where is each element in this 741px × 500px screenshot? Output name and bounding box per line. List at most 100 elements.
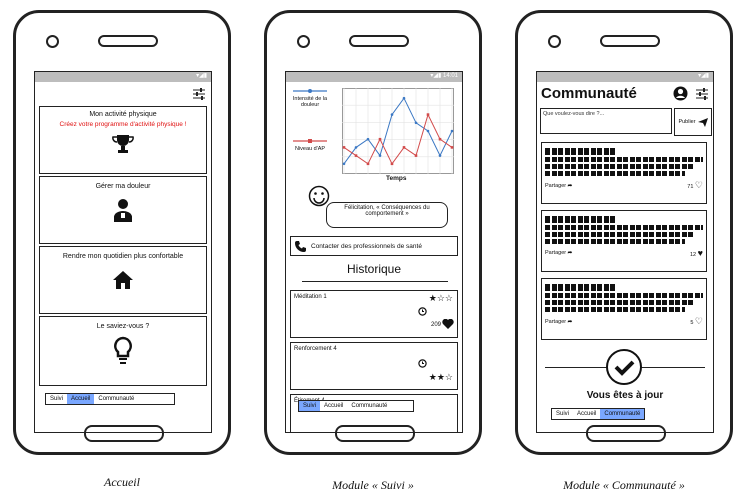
caption-suivi: Module « Suivi » [332,478,414,492]
tab-communaute[interactable]: Communauté [600,409,645,419]
up-to-date-text: Vous êtes à jour [586,390,664,401]
history-title: Historique [346,262,402,276]
post-card[interactable]: Partager ➦ 5 ♡ [541,278,707,340]
line-chart [342,88,454,174]
share-button[interactable]: Partager ➦ [545,250,572,256]
check-circle-icon [606,349,642,385]
home-button[interactable] [335,425,415,442]
card-activite[interactable]: Mon activité physique Créez votre progra… [39,106,207,174]
post-author-scribble [545,216,615,223]
data-point [366,162,370,166]
settings-sliders-icon[interactable] [696,88,708,100]
history-item[interactable]: Renforcement 4 ★★☆ [290,342,458,390]
home-button[interactable] [586,425,666,442]
share-button[interactable]: Partager ➦ [545,319,572,325]
phone-accueil: ▾◢▮ Mon activité physique Créez votre pr… [13,10,231,455]
tab-accueil[interactable]: Accueil [320,401,347,411]
doctor-icon [114,199,132,222]
data-point [402,96,406,100]
camera [297,35,310,48]
tab-accueil[interactable]: Accueil [67,394,95,404]
tab-bar: Suivi Accueil Communauté [551,408,646,420]
screen-suivi: ▾◢▮ 14:01 Intensité de la douleur Niveau… [285,71,463,433]
post-card[interactable]: Partager ➦ 71 ♡ [541,142,707,204]
data-point [450,146,454,149]
post-text-scribble [545,307,685,312]
like-button[interactable]: 5 ♡ [690,316,703,327]
data-point [414,121,418,125]
smiley-icon [308,185,330,207]
post-input[interactable]: Que voulez-vous dire ?... [540,108,672,134]
lightbulb-icon [114,336,132,364]
history-item[interactable]: Méditation 1 ★☆☆ 209 [290,290,458,338]
data-point [438,137,442,141]
tab-suivi[interactable]: Suivi [299,401,321,411]
publish-label: Publier [678,119,696,125]
card-title: Le saviez-vous ? [96,323,150,330]
data-point [354,154,358,157]
data-point [438,154,442,157]
card-subtitle: Créez votre programme d'activité physiqu… [59,121,187,128]
legend-ap: Niveau d'AP [290,138,330,152]
house-icon [113,271,133,289]
post-author-scribble [545,148,615,155]
share-label: Partager [545,182,567,189]
page-title: Communauté [541,85,637,102]
phone-communaute: ▾◢▮ Communauté Que voulez-vous dire ?...… [515,10,733,455]
share-icon: ➦ [567,182,573,189]
timer-icon [418,307,427,316]
heart-icon: ♥ [697,248,703,258]
data-point [342,162,346,166]
like-count: 5 [690,320,694,326]
camera [46,35,59,48]
tab-suivi[interactable]: Suivi [552,409,573,419]
data-point [402,146,406,149]
send-icon [697,117,708,127]
share-icon: ➦ [567,250,573,256]
card-saviez-vous[interactable]: Le saviez-vous ? [39,316,207,386]
share-label: Partager [545,250,567,256]
like-button[interactable]: 12 ♥ [690,248,703,258]
data-point [378,154,382,157]
data-point [378,137,382,141]
data-point [450,129,454,133]
rating-stars: ★★☆ [428,372,453,382]
card-douleur[interactable]: Gérer ma douleur [39,176,207,244]
post-text-scribble [545,157,703,162]
screen-accueil: ▾◢▮ Mon activité physique Créez votre pr… [34,71,212,433]
avatar-icon[interactable] [673,86,688,101]
contact-button[interactable]: Contacter des professionnels de santé [290,236,458,256]
settings-sliders-icon[interactable] [193,88,205,100]
like-button[interactable]: 71 ♡ [687,180,703,191]
tab-communaute[interactable]: Communauté [347,401,413,411]
data-point [354,146,358,149]
post-text-scribble [545,300,695,305]
card-title: Gérer ma douleur [95,183,151,190]
publish-button[interactable]: Publier [674,108,712,136]
home-button[interactable] [84,425,164,442]
post-author-scribble [545,284,615,291]
post-text-scribble [545,239,685,244]
status-bar: ▾◢▮ [537,72,713,82]
card-title: Rendre mon quotidien plus confortable [62,253,184,260]
heart-icon[interactable] [442,319,454,330]
tab-accueil[interactable]: Accueil [573,409,600,419]
status-bar: ▾◢▮ [35,72,211,82]
share-button[interactable]: Partager ➦ [545,183,572,189]
phone-suivi: ▾◢▮ 14:01 Intensité de la douleur Niveau… [264,10,482,455]
speaker [600,35,660,47]
card-quotidien[interactable]: Rendre mon quotidien plus confortable [39,246,207,314]
trophy-icon [112,135,134,153]
data-point [342,146,346,149]
post-text-scribble [545,164,695,169]
card-title: Mon activité physique [89,111,157,118]
post-card[interactable]: Partager ➦ 12 ♥ [541,210,707,272]
tab-communaute[interactable]: Communauté [94,394,174,404]
like-count: 12 [690,252,697,258]
data-point [414,154,418,157]
tab-suivi[interactable]: Suivi [46,394,67,404]
status-bar: ▾◢▮ 14:01 [286,72,462,82]
legend-line-icon [293,139,327,143]
data-point [426,129,430,133]
caption-accueil: Accueil [104,475,140,489]
